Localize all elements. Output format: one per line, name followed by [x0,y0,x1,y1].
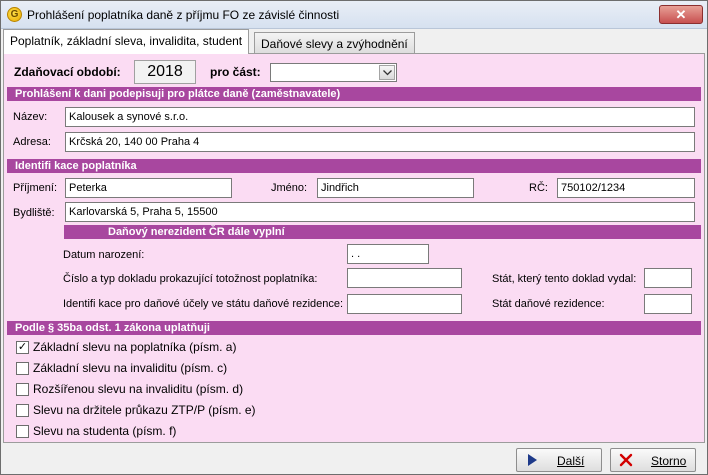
checkbox[interactable] [16,424,29,438]
check-label: Slevu na držitele průkazu ZTP/P (písm. e… [33,403,256,417]
firstname-label: Jméno: [271,182,308,194]
tab-bar: Poplatník, základní sleva, invalidita, s… [3,29,703,54]
period-year: 2018 [134,60,196,84]
section-employer-header: Prohlášení k dani podepisuji pro plátce … [7,87,701,101]
residence-label: Bydliště: [13,207,55,219]
firstname-field[interactable]: Jindřich [317,178,474,198]
check-extended-invalidity[interactable]: Rozšířenou slevu na invaliditu (písm. d) [16,382,243,398]
checkbox[interactable] [16,403,29,417]
next-button[interactable]: Další [516,448,602,472]
section-35ba-header: Podle § 35ba odst. 1 zákona uplatňuji [7,321,701,335]
rc-label: RČ: [529,182,548,194]
check-basic-taxpayer[interactable]: ✓ Základní slevu na poplatníka (písm. a) [16,340,236,356]
id-document-field[interactable] [347,268,462,288]
checkbox[interactable] [16,361,29,375]
doc-state-label: Stát, který tento doklad vydal: [492,273,637,285]
app-icon: G [7,7,22,22]
play-arrow-icon [528,454,537,466]
check-label: Rozšířenou slevu na invaliditu (písm. d) [33,382,244,396]
birthdate-label: Datum narození: [63,249,145,261]
checkbox[interactable] [16,382,29,396]
window-title: Prohlášení poplatníka daně z příjmu FO z… [27,8,340,22]
title-bar[interactable]: G Prohlášení poplatníka daně z příjmu FO… [1,1,707,29]
dialog-window: G Prohlášení poplatníka daně z příjmu FO… [0,0,708,475]
employer-address-label: Adresa: [13,136,51,148]
check-label: Základní slevu na invaliditu (písm. c) [33,361,228,375]
section-nonresident-header: Daňový nerezident ČR dále vyplní [64,225,701,239]
next-button-label: Další [557,454,585,468]
part-select[interactable] [270,63,397,82]
check-ztpp[interactable]: Slevu na držitele průkazu ZTP/P (písm. e… [16,403,256,419]
residence-field[interactable]: Karlovarská 5, Praha 5, 15500 [65,202,695,222]
tax-state-field[interactable] [644,294,692,314]
part-label: pro část: [210,65,261,79]
close-button[interactable]: ✕ [659,5,703,24]
doc-state-field[interactable] [644,268,692,288]
id-document-label: Číslo a typ dokladu prokazující totožnos… [63,273,318,285]
tab-panel: Zdaňovací období: 2018 pro část: Prohláš… [3,53,705,443]
employer-name-label: Název: [13,111,48,123]
check-student[interactable]: Slevu na studenta (písm. f) [16,424,176,440]
red-x-icon [619,453,633,467]
surname-label: Příjmení: [13,182,58,194]
check-basic-invalidity[interactable]: Základní slevu na invaliditu (písm. c) [16,361,227,377]
cancel-button[interactable]: Storno [610,448,696,472]
birthdate-field[interactable]: . . [347,244,429,264]
surname-field[interactable]: Peterka [65,178,232,198]
check-label: Základní slevu na poplatníka (písm. a) [33,340,237,354]
tab-tax-credits[interactable]: Daňové slevy a zvýhodnění [254,32,415,54]
employer-address-field[interactable]: Krčská 20, 140 00 Praha 4 [65,132,695,152]
period-label: Zdaňovací období: [14,65,121,79]
checkbox-checked[interactable]: ✓ [16,340,29,354]
tax-state-label: Stát daňové rezidence: [492,298,605,310]
section-taxpayer-header: Identifi kace poplatníka [7,159,701,173]
tax-id-field[interactable] [347,294,462,314]
chevron-down-icon[interactable] [379,65,395,80]
close-icon: ✕ [675,7,687,22]
cancel-button-label: Storno [651,454,687,468]
rc-field[interactable]: 750102/1234 [557,178,695,198]
check-label: Slevu na studenta (písm. f) [33,424,177,438]
employer-name-field[interactable]: Kalousek a synové s.r.o. [65,107,695,127]
tab-taxpayer[interactable]: Poplatník, základní sleva, invalidita, s… [3,29,250,54]
tax-id-label: Identifi kace pro daňové účely ve státu … [63,298,344,310]
